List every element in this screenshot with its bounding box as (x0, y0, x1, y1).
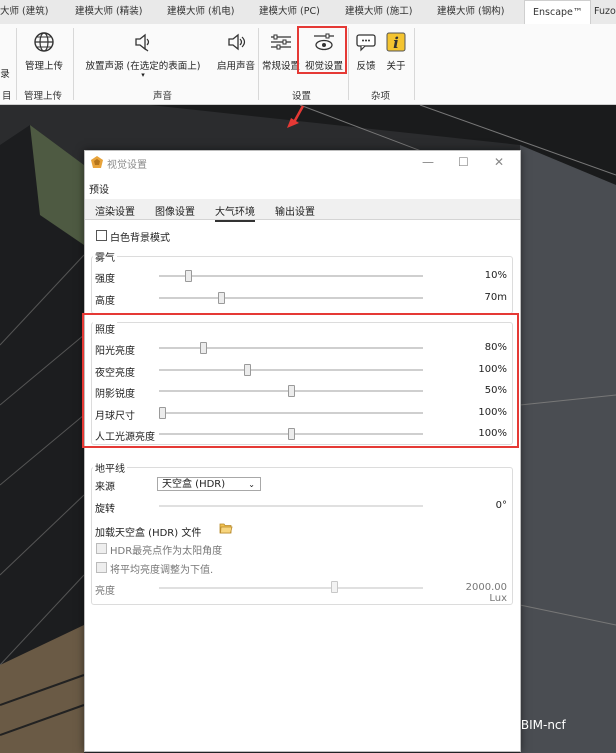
rotation-slider-track[interactable] (159, 505, 423, 507)
dialog-titlebar[interactable]: 视觉设置 — ☐ ✕ (85, 151, 520, 175)
ribbon-tab-steel[interactable]: 建模大师 (钢构) (437, 0, 504, 24)
minimize-button[interactable]: — (422, 155, 434, 169)
brightness-value: 2000.00 Lux (465, 582, 507, 604)
highlight-frame (297, 26, 347, 74)
ribbon-tab-bar: 大师 (建筑) 建模大师 (精装) 建模大师 (机电) 建模大师 (PC) 建模… (0, 0, 616, 25)
white-background-label: 白色背景模式 (110, 233, 170, 244)
pointer-arrow-icon (287, 105, 305, 128)
fog-row-slider-track[interactable] (159, 275, 423, 277)
general-settings-button[interactable]: 常规设置 (260, 28, 302, 72)
place-sound-source-button[interactable]: 放置声源 (在选定的表面上) ▾ (78, 28, 208, 79)
ribbon-tab-enscape[interactable]: Enscape™ (524, 0, 592, 24)
fog-row-slider-thumb[interactable] (184, 270, 192, 282)
brightness-label: 亮度 (95, 586, 115, 597)
horizon-legend: 地平线 (93, 460, 127, 475)
fog-row-label: 高度 (95, 296, 115, 307)
ribbon-tab-construction[interactable]: 建模大师 (施工) (345, 0, 412, 24)
fog-row-label: 强度 (95, 274, 115, 285)
ribbon-left-stub: 录 (0, 69, 10, 80)
group-label-upload: 管理上传 (24, 91, 63, 102)
visual-settings-dialog: 视觉设置 — ☐ ✕ 预设 渲染设置 图像设置 大气环境 输出设置 白色背景模式… (84, 150, 521, 752)
preset-label[interactable]: 预设 (89, 181, 109, 196)
open-folder-icon[interactable] (219, 522, 233, 534)
tab-image-settings[interactable]: 图像设置 (155, 203, 195, 218)
ribbon-panel: 录 管理上传 放置声源 (在选定的表面上) ▾ 启用声音 常规设置 视觉设置 反… (0, 24, 616, 105)
manage-upload-button[interactable]: 管理上传 (22, 28, 66, 72)
speaker-hand-icon (78, 28, 208, 56)
about-button[interactable]: i 关于 (382, 28, 410, 72)
avg-brightness-checkbox[interactable] (96, 562, 107, 573)
enscape-logo-icon (91, 156, 103, 168)
brightness-slider-thumb[interactable] (331, 581, 339, 593)
group-label-misc: 杂项 (371, 91, 391, 102)
enable-sound-button[interactable]: 启用声音 (212, 28, 260, 72)
group-label-sound: 声音 (153, 91, 173, 102)
group-label-stub: 目 (2, 91, 12, 102)
hdr-sun-checkbox[interactable] (96, 543, 107, 554)
rotation-label: 旋转 (95, 504, 115, 515)
tab-output-settings[interactable]: 输出设置 (275, 203, 315, 218)
hdr-sun-label: HDR最亮点作为太阳角度 (110, 546, 223, 557)
ribbon-tab-arch[interactable]: 大师 (建筑) (0, 0, 48, 24)
info-icon: i (382, 28, 410, 56)
sliders-icon (260, 28, 302, 56)
fog-legend: 雾气 (93, 249, 117, 264)
maximize-button[interactable]: ☐ (458, 155, 469, 169)
source-select[interactable]: 天空盒 (HDR) ⌄ (157, 477, 261, 491)
white-background-checkbox[interactable] (96, 230, 107, 241)
fog-row-value: 70m (484, 292, 507, 303)
watermark-text: 微信号: BIM-ncf (477, 718, 566, 732)
svg-text:i: i (393, 34, 399, 52)
chevron-down-icon: ⌄ (248, 480, 255, 489)
ribbon-tab-mep[interactable]: 建模大师 (机电) (167, 0, 234, 24)
ribbon-tab-decor[interactable]: 建模大师 (精装) (75, 0, 142, 24)
load-skybox-label: 加载天空盒 (HDR) 文件 (95, 528, 202, 539)
watermark: 微信号: BIM-ncf (454, 716, 566, 733)
chat-bubble-icon (352, 28, 380, 56)
fog-row-slider-track[interactable] (159, 297, 423, 299)
ribbon-tab-pc[interactable]: 建模大师 (PC) (259, 0, 320, 24)
fog-row-slider-thumb[interactable] (218, 292, 226, 304)
speaker-icon (212, 28, 260, 56)
tab-atmosphere[interactable]: 大气环境 (215, 203, 255, 222)
globe-grid-icon (22, 28, 66, 56)
feedback-button[interactable]: 反馈 (352, 28, 380, 72)
fog-group (91, 256, 513, 314)
illumination-highlight-frame (82, 313, 519, 448)
wechat-icon (454, 719, 473, 732)
group-label-settings: 设置 (292, 91, 312, 102)
tab-render-settings[interactable]: 渲染设置 (95, 203, 135, 218)
close-button[interactable]: ✕ (494, 155, 504, 169)
source-select-value: 天空盒 (HDR) (162, 479, 226, 490)
brightness-slider-track[interactable] (159, 587, 423, 589)
ribbon-tab-fuzor[interactable]: Fuzo (594, 0, 616, 24)
rotation-value: 0° (495, 500, 507, 511)
dropdown-arrow-icon: ▾ (141, 71, 145, 79)
fog-row-value: 10% (484, 270, 507, 281)
dialog-tab-strip: 渲染设置 图像设置 大气环境 输出设置 (85, 199, 520, 222)
avg-brightness-label: 将平均亮度调整为下值. (110, 565, 214, 576)
source-label: 来源 (95, 482, 115, 493)
dialog-title: 视觉设置 (107, 160, 147, 171)
